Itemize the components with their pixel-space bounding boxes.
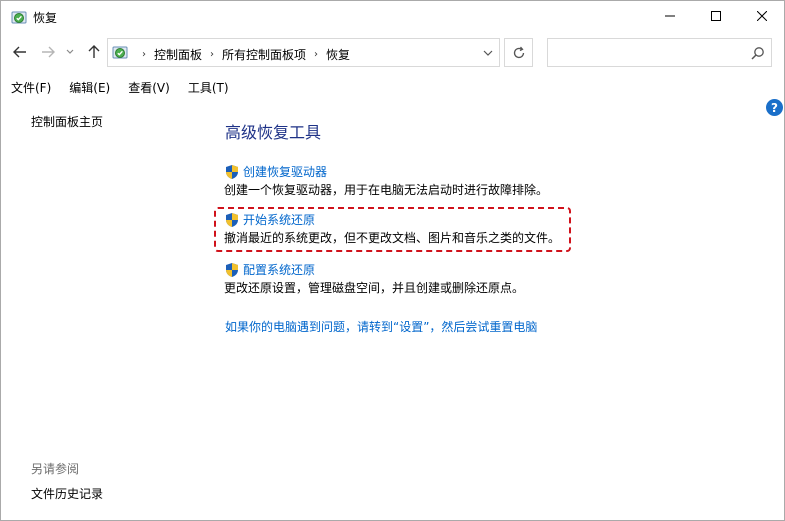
recent-locations-button[interactable]	[63, 41, 77, 63]
forward-button[interactable]	[38, 41, 58, 63]
main-content: 高级恢复工具 创建恢复驱动器 创建一个恢复驱动器，用于在电脑无法启动时进行故障排…	[214, 97, 764, 517]
close-icon	[757, 11, 767, 21]
refresh-button[interactable]	[504, 38, 533, 67]
window: 恢复 › 控制面板 › 所有控制面板项 › 恢复 文件(F) 编辑(E) 查看(…	[0, 0, 785, 521]
minimize-button[interactable]	[647, 1, 693, 31]
window-title: 恢复	[33, 11, 58, 25]
maximize-icon	[711, 11, 721, 21]
breadcrumb-separator[interactable]: ›	[314, 49, 318, 60]
control-panel-icon	[112, 46, 128, 59]
refresh-icon	[513, 46, 524, 58]
file-history-link[interactable]: 文件历史记录	[31, 485, 103, 502]
arrow-right-icon	[42, 46, 55, 58]
control-panel-home-link[interactable]: 控制面板主页	[31, 113, 103, 130]
breadcrumb-control-panel[interactable]: 控制面板	[154, 46, 202, 63]
minimize-icon	[665, 15, 675, 17]
up-button[interactable]	[84, 41, 104, 63]
create-recovery-drive-description: 创建一个恢复驱动器，用于在电脑无法启动时进行故障排除。	[224, 183, 549, 197]
close-button[interactable]	[739, 1, 785, 31]
uac-shield-icon	[226, 262, 238, 277]
search-box[interactable]	[547, 38, 772, 67]
back-button[interactable]	[10, 41, 30, 63]
breadcrumb-recovery[interactable]: 恢复	[326, 46, 350, 63]
arrow-up-icon	[88, 45, 100, 58]
menu-bar: 文件(F) 编辑(E) 查看(V) 工具(T)	[1, 75, 784, 97]
highlight-box	[214, 207, 571, 252]
search-icon	[751, 47, 764, 60]
page-title: 高级恢复工具	[225, 123, 322, 142]
arrow-left-icon	[13, 46, 26, 58]
breadcrumb: › 控制面板 › 所有控制面板项 › 恢复	[134, 46, 350, 63]
breadcrumb-separator[interactable]: ›	[210, 49, 214, 60]
breadcrumb-all-items[interactable]: 所有控制面板项	[222, 46, 306, 63]
chevron-down-icon	[483, 50, 493, 56]
uac-shield-icon	[226, 164, 238, 179]
reset-pc-link[interactable]: 如果你的电脑遇到问题，请转到“设置”，然后尝试重置电脑	[225, 318, 537, 335]
maximize-button[interactable]	[693, 1, 739, 31]
navigation-bar: › 控制面板 › 所有控制面板项 › 恢复	[1, 35, 784, 69]
address-dropdown-button[interactable]	[481, 46, 495, 60]
search-input[interactable]	[554, 44, 744, 62]
task-configure-system-restore: 配置系统还原 更改还原设置，管理磁盘空间，并且创建或删除还原点。	[224, 261, 524, 296]
address-bar[interactable]: › 控制面板 › 所有控制面板项 › 恢复	[107, 38, 500, 67]
menu-tools[interactable]: 工具(T)	[178, 75, 237, 97]
help-button[interactable]: ?	[766, 99, 783, 116]
menu-file[interactable]: 文件(F)	[1, 75, 59, 97]
breadcrumb-separator[interactable]: ›	[142, 49, 146, 60]
help-icon: ?	[771, 100, 778, 115]
configure-system-restore-link[interactable]: 配置系统还原	[243, 261, 315, 278]
title-bar: 恢复	[1, 1, 784, 33]
task-create-recovery-drive: 创建恢复驱动器 创建一个恢复驱动器，用于在电脑无法启动时进行故障排除。	[224, 163, 548, 198]
see-also-heading: 另请参阅	[31, 462, 80, 476]
menu-view[interactable]: 查看(V)	[118, 75, 178, 97]
configure-system-restore-description: 更改还原设置，管理磁盘空间，并且创建或删除还原点。	[224, 281, 525, 295]
recovery-app-icon	[11, 11, 27, 24]
left-pane: 控制面板主页 另请参阅 文件历史记录	[1, 97, 201, 520]
chevron-down-icon	[66, 49, 74, 54]
menu-edit[interactable]: 编辑(E)	[59, 75, 118, 97]
create-recovery-drive-link[interactable]: 创建恢复驱动器	[243, 163, 327, 180]
